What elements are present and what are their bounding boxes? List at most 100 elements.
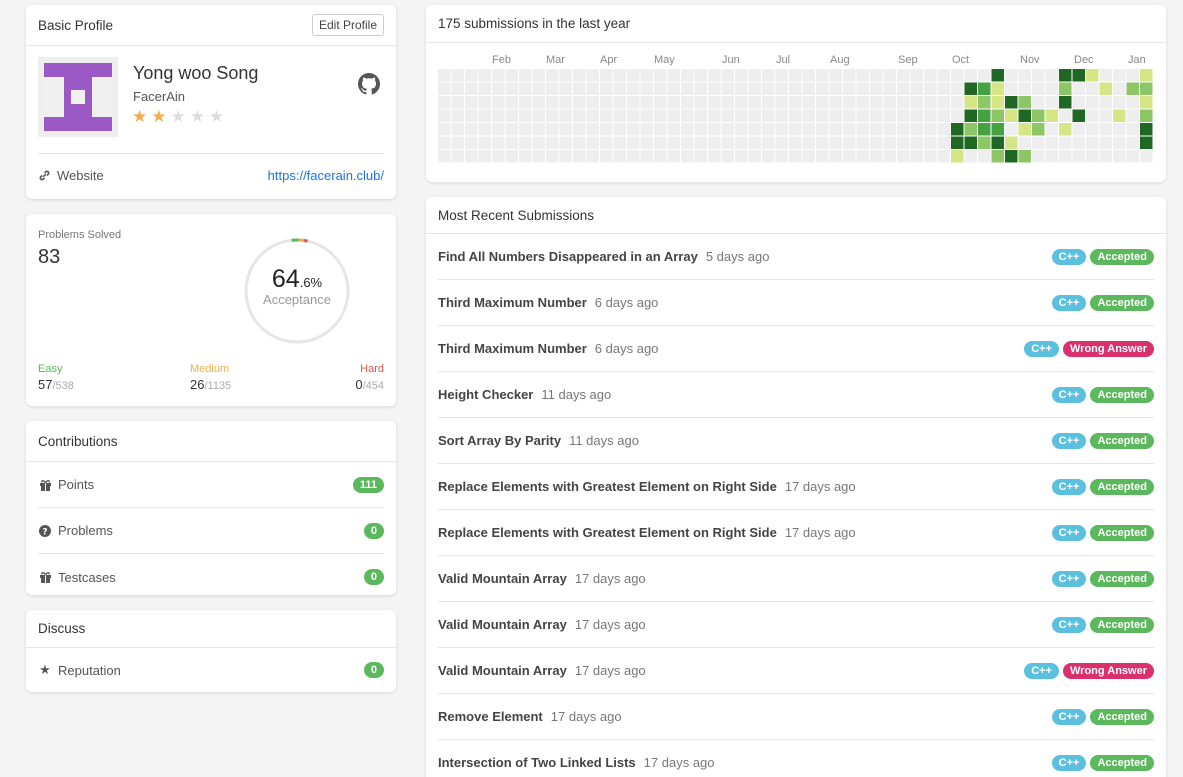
calendar-day-cell[interactable] — [1005, 109, 1018, 123]
calendar-day-cell[interactable] — [546, 150, 559, 163]
calendar-day-cell[interactable] — [964, 123, 978, 136]
calendar-day-cell[interactable] — [721, 150, 735, 163]
calendar-day-cell[interactable] — [519, 109, 532, 123]
calendar-day-cell[interactable] — [654, 136, 667, 150]
calendar-day-cell[interactable] — [532, 96, 546, 109]
contribution-row-testcases[interactable]: Testcases 0 — [38, 554, 384, 595]
calendar-day-cell[interactable] — [775, 96, 789, 109]
calendar-day-cell[interactable] — [694, 109, 708, 123]
calendar-day-cell[interactable] — [978, 109, 991, 123]
calendar-day-cell[interactable] — [640, 69, 654, 82]
calendar-day-cell[interactable] — [924, 123, 937, 136]
calendar-day-cell[interactable] — [870, 82, 883, 96]
calendar-day-cell[interactable] — [640, 96, 654, 109]
calendar-day-cell[interactable] — [802, 123, 816, 136]
calendar-day-cell[interactable] — [438, 123, 451, 136]
status-badge[interactable]: Accepted — [1090, 616, 1154, 633]
calendar-day-cell[interactable] — [1140, 150, 1153, 163]
calendar-day-cell[interactable] — [775, 109, 789, 123]
calendar-day-cell[interactable] — [1126, 82, 1140, 96]
calendar-day-cell[interactable] — [492, 109, 505, 123]
calendar-day-cell[interactable] — [964, 69, 978, 82]
calendar-day-cell[interactable] — [802, 82, 816, 96]
calendar-day-cell[interactable] — [478, 109, 492, 123]
status-badge[interactable]: Accepted — [1090, 708, 1154, 725]
calendar-day-cell[interactable] — [559, 123, 573, 136]
calendar-day-cell[interactable] — [559, 136, 573, 150]
calendar-day-cell[interactable] — [573, 96, 586, 109]
calendar-day-cell[interactable] — [640, 150, 654, 163]
calendar-day-cell[interactable] — [1126, 123, 1140, 136]
calendar-day-cell[interactable] — [451, 82, 465, 96]
calendar-day-cell[interactable] — [762, 96, 775, 109]
calendar-day-cell[interactable] — [1099, 150, 1113, 163]
calendar-day-cell[interactable] — [991, 69, 1005, 82]
calendar-day-cell[interactable] — [1099, 123, 1113, 136]
calendar-day-cell[interactable] — [951, 82, 964, 96]
calendar-day-cell[interactable] — [451, 136, 465, 150]
calendar-day-cell[interactable] — [1140, 136, 1153, 150]
calendar-day-cell[interactable] — [438, 150, 451, 163]
calendar-day-cell[interactable] — [1086, 109, 1099, 123]
calendar-day-cell[interactable] — [478, 69, 492, 82]
calendar-day-cell[interactable] — [465, 69, 478, 82]
calendar-day-cell[interactable] — [1045, 69, 1059, 82]
calendar-day-cell[interactable] — [438, 82, 451, 96]
calendar-day-cell[interactable] — [1126, 150, 1140, 163]
calendar-day-cell[interactable] — [1005, 69, 1018, 82]
status-badge[interactable]: Wrong Answer — [1062, 340, 1154, 357]
calendar-day-cell[interactable] — [627, 136, 640, 150]
calendar-day-cell[interactable] — [748, 96, 762, 109]
calendar-day-cell[interactable] — [762, 136, 775, 150]
submission-row[interactable]: Sort Array By Parity 11 days ago C++ Accept… — [438, 418, 1154, 464]
calendar-day-cell[interactable] — [762, 69, 775, 82]
calendar-day-cell[interactable] — [546, 123, 559, 136]
calendar-day-cell[interactable] — [883, 150, 897, 163]
calendar-day-cell[interactable] — [1045, 82, 1059, 96]
status-badge[interactable]: Wrong Answer — [1062, 662, 1154, 679]
calendar-day-cell[interactable] — [465, 96, 478, 109]
calendar-day-cell[interactable] — [1018, 123, 1032, 136]
submission-row[interactable]: Third Maximum Number 6 days ago C++ Wrong A… — [438, 326, 1154, 372]
calendar-day-cell[interactable] — [600, 96, 613, 109]
calendar-day-cell[interactable] — [546, 69, 559, 82]
calendar-day-cell[interactable] — [843, 150, 856, 163]
calendar-day-cell[interactable] — [532, 150, 546, 163]
calendar-day-cell[interactable] — [667, 136, 681, 150]
calendar-day-cell[interactable] — [735, 82, 748, 96]
calendar-day-cell[interactable] — [573, 136, 586, 150]
submission-row[interactable]: Valid Mountain Array 17 days ago C++ Accept… — [438, 602, 1154, 648]
calendar-day-cell[interactable] — [640, 109, 654, 123]
calendar-day-cell[interactable] — [762, 82, 775, 96]
contribution-row-points[interactable]: Points 111 — [38, 462, 384, 508]
calendar-day-cell[interactable] — [897, 150, 910, 163]
calendar-day-cell[interactable] — [843, 69, 856, 82]
calendar-day-cell[interactable] — [694, 96, 708, 109]
calendar-day-cell[interactable] — [451, 109, 465, 123]
calendar-day-cell[interactable] — [1045, 123, 1059, 136]
calendar-day-cell[interactable] — [964, 136, 978, 150]
calendar-day-cell[interactable] — [1086, 69, 1099, 82]
calendar-day-cell[interactable] — [532, 109, 546, 123]
calendar-day-cell[interactable] — [1086, 123, 1099, 136]
status-badge[interactable]: Accepted — [1090, 570, 1154, 587]
edit-profile-button[interactable]: Edit Profile — [311, 14, 384, 36]
calendar-day-cell[interactable] — [1072, 136, 1086, 150]
calendar-day-cell[interactable] — [762, 150, 775, 163]
calendar-day-cell[interactable] — [910, 96, 924, 109]
calendar-day-cell[interactable] — [613, 136, 627, 150]
calendar-day-cell[interactable] — [559, 82, 573, 96]
calendar-day-cell[interactable] — [924, 96, 937, 109]
calendar-day-cell[interactable] — [613, 123, 627, 136]
calendar-day-cell[interactable] — [951, 69, 964, 82]
calendar-day-cell[interactable] — [1005, 123, 1018, 136]
calendar-day-cell[interactable] — [1018, 136, 1032, 150]
calendar-day-cell[interactable] — [829, 136, 843, 150]
calendar-day-cell[interactable] — [586, 82, 600, 96]
calendar-day-cell[interactable] — [883, 109, 897, 123]
calendar-day-cell[interactable] — [1045, 136, 1059, 150]
calendar-day-cell[interactable] — [532, 123, 546, 136]
calendar-day-cell[interactable] — [856, 96, 870, 109]
calendar-day-cell[interactable] — [721, 123, 735, 136]
calendar-day-cell[interactable] — [1018, 109, 1032, 123]
